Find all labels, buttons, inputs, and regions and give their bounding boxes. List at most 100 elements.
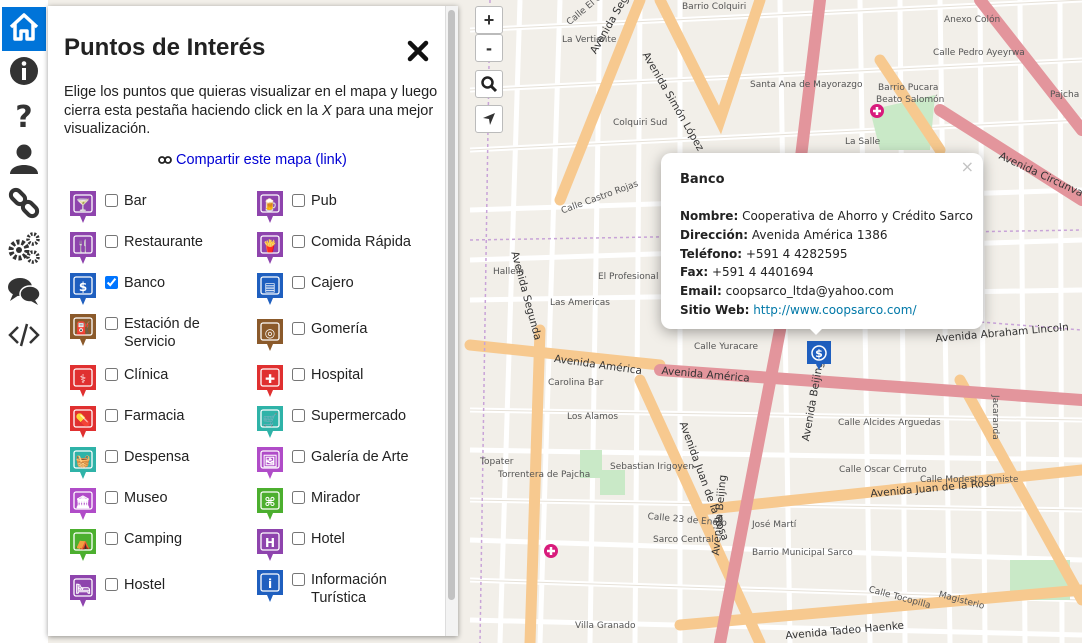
poi-label[interactable]: Estación de Servicio xyxy=(124,315,244,351)
location-arrow-icon xyxy=(483,113,495,125)
poi-checkbox[interactable] xyxy=(105,194,118,207)
poi-checkbox[interactable] xyxy=(292,368,305,381)
poi-option: ⌘ Mirador xyxy=(256,487,431,521)
popup-row-key: Sitio Web: xyxy=(680,302,750,317)
poi-marker-icon: H xyxy=(257,529,283,561)
poi-label[interactable]: Museo xyxy=(124,489,168,507)
poi-checkbox[interactable] xyxy=(292,491,305,504)
poi-label[interactable]: Banco xyxy=(124,274,165,292)
svg-text:🍸: 🍸 xyxy=(76,197,91,212)
poi-marker-icon: ⛺ xyxy=(70,529,96,561)
poi-label[interactable]: Hotel xyxy=(311,530,345,548)
poi-checkbox[interactable] xyxy=(105,450,118,463)
map-street-label: Anexo Colón xyxy=(944,15,1001,25)
popup-details: Nombre: Cooperativa de Ahorro y Crédito … xyxy=(680,207,973,320)
popup-row-value: coopsarco_ltda@yahoo.com xyxy=(725,284,894,299)
poi-label[interactable]: Gomería xyxy=(311,320,367,338)
tab-user[interactable] xyxy=(2,139,46,183)
poi-label[interactable]: Bar xyxy=(124,192,147,210)
svg-text:⚕: ⚕ xyxy=(80,372,87,386)
poi-option: ⛺ Camping xyxy=(69,528,244,562)
map-street-label: Calle Oscar Cerruto xyxy=(839,465,927,475)
poi-checkbox[interactable] xyxy=(292,409,305,422)
zoom-in-button[interactable]: + xyxy=(475,6,503,34)
home-icon xyxy=(7,10,41,49)
poi-label[interactable]: Información Turística xyxy=(311,571,431,607)
poi-label[interactable]: Cajero xyxy=(311,274,354,292)
locate-button[interactable] xyxy=(475,105,503,133)
search-button[interactable] xyxy=(475,70,503,98)
poi-checkbox[interactable] xyxy=(292,450,305,463)
poi-checkbox[interactable] xyxy=(105,368,118,381)
poi-marker-icon: ⌘ xyxy=(257,488,283,520)
poi-checkbox[interactable] xyxy=(105,491,118,504)
panel-scrollbar[interactable] xyxy=(445,6,458,636)
poi-label[interactable]: Clínica xyxy=(124,366,168,384)
poi-label[interactable]: Galería de Arte xyxy=(311,448,409,466)
panel-scrollbar-thumb[interactable] xyxy=(448,10,455,600)
poi-label[interactable]: Pub xyxy=(311,192,337,210)
poi-checkbox[interactable] xyxy=(105,317,118,330)
poi-option: i Información Turística xyxy=(256,569,431,607)
popup-row: Sitio Web: http://www.coopsarco.com/ xyxy=(680,301,973,320)
poi-marker-icon: ✚ xyxy=(257,365,283,397)
poi-option: 🍴 Restaurante xyxy=(69,231,244,265)
popup-row-value: +591 4 4401694 xyxy=(711,265,814,280)
sidebar-tabs: ? xyxy=(0,0,48,643)
poi-marker-icon: 🖼 xyxy=(257,447,283,479)
poi-checkbox[interactable] xyxy=(292,276,305,289)
bank-map-marker[interactable]: $ xyxy=(806,340,832,372)
svg-text:⌘: ⌘ xyxy=(264,495,275,509)
poi-label[interactable]: Camping xyxy=(124,530,182,548)
zoom-out-button[interactable]: - xyxy=(475,34,503,62)
poi-checkbox[interactable] xyxy=(105,532,118,545)
poi-label[interactable]: Despensa xyxy=(124,448,189,466)
map-street-label: Las Americas xyxy=(550,298,610,308)
tab-link[interactable] xyxy=(2,183,46,227)
poi-label[interactable]: Hostel xyxy=(124,576,165,594)
tab-gears[interactable] xyxy=(2,227,46,271)
poi-checkbox[interactable] xyxy=(105,578,118,591)
poi-checkbox[interactable] xyxy=(292,322,305,335)
poi-option: 🍟 Comida Rápida xyxy=(256,231,431,265)
popup-row: Email: coopsarco_ltda@yahoo.com xyxy=(680,282,973,301)
share-map-link[interactable]: Compartir este mapa (link) xyxy=(158,152,347,168)
tab-code[interactable] xyxy=(2,315,46,359)
poi-checkbox[interactable] xyxy=(105,409,118,422)
tab-chat[interactable] xyxy=(2,271,46,315)
poi-marker-icon: 🛏 xyxy=(70,575,96,607)
poi-label[interactable]: Mirador xyxy=(311,489,360,507)
poi-checkbox[interactable] xyxy=(105,235,118,248)
poi-label[interactable]: Farmacia xyxy=(124,407,184,425)
poi-checkbox[interactable] xyxy=(292,532,305,545)
popup-close-button[interactable]: × xyxy=(961,157,974,176)
poi-label[interactable]: Comida Rápida xyxy=(311,233,411,251)
tab-help[interactable]: ? xyxy=(2,95,46,139)
svg-text:$: $ xyxy=(815,347,823,360)
popup-row-key: Nombre: xyxy=(680,209,739,223)
poi-label[interactable]: Supermercado xyxy=(311,407,406,425)
svg-text:🍴: 🍴 xyxy=(76,239,91,253)
poi-option: ▤ Cajero xyxy=(256,272,431,306)
poi-marker-icon: ⛽ xyxy=(70,314,96,346)
poi-option: ✚ Hospital xyxy=(256,364,431,398)
tab-home[interactable] xyxy=(2,7,46,51)
hospital-map-marker[interactable] xyxy=(543,543,559,559)
poi-label[interactable]: Hospital xyxy=(311,366,363,384)
popup-website-link[interactable]: http://www.coopsarco.com/ xyxy=(753,303,916,317)
hospital-map-marker[interactable] xyxy=(869,103,885,119)
poi-checkbox[interactable] xyxy=(292,235,305,248)
popup-row-value: Avenida América 1386 xyxy=(751,227,888,242)
svg-text:⛽: ⛽ xyxy=(76,321,91,335)
poi-option: H Hotel xyxy=(256,528,431,562)
poi-option: 🏛 Museo xyxy=(69,487,244,521)
poi-checkbox[interactable] xyxy=(105,276,118,289)
tab-info[interactable] xyxy=(2,51,46,95)
poi-checkbox[interactable] xyxy=(292,194,305,207)
poi-checkbox[interactable] xyxy=(292,573,305,586)
popup-row-key: Teléfono: xyxy=(680,246,743,261)
svg-text:?: ? xyxy=(15,100,32,132)
poi-label[interactable]: Restaurante xyxy=(124,233,203,251)
close-icon[interactable] xyxy=(404,37,432,65)
map-street-label: Jacaranda xyxy=(990,395,1000,440)
